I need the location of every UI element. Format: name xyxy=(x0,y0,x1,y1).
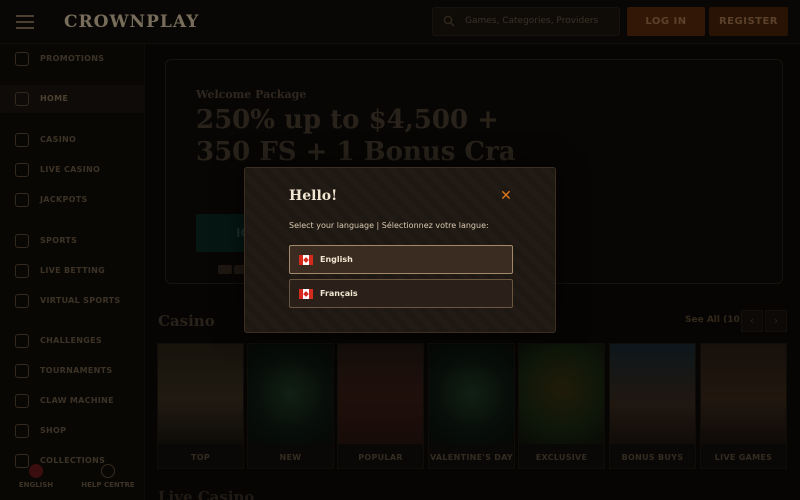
language-option-francais[interactable]: Français xyxy=(289,279,513,308)
modal-title: Hello! xyxy=(289,188,338,204)
language-option-english[interactable]: English xyxy=(289,245,513,274)
language-modal: Hello! ✕ Select your language | Sélectio… xyxy=(244,167,556,333)
modal-subtitle: Select your language | Sélectionnez votr… xyxy=(289,221,489,230)
language-option-label: Français xyxy=(320,289,358,298)
canada-flag-icon xyxy=(299,289,313,299)
canada-flag-icon xyxy=(299,255,313,265)
language-option-label: English xyxy=(320,255,353,264)
close-icon[interactable]: ✕ xyxy=(498,188,514,204)
